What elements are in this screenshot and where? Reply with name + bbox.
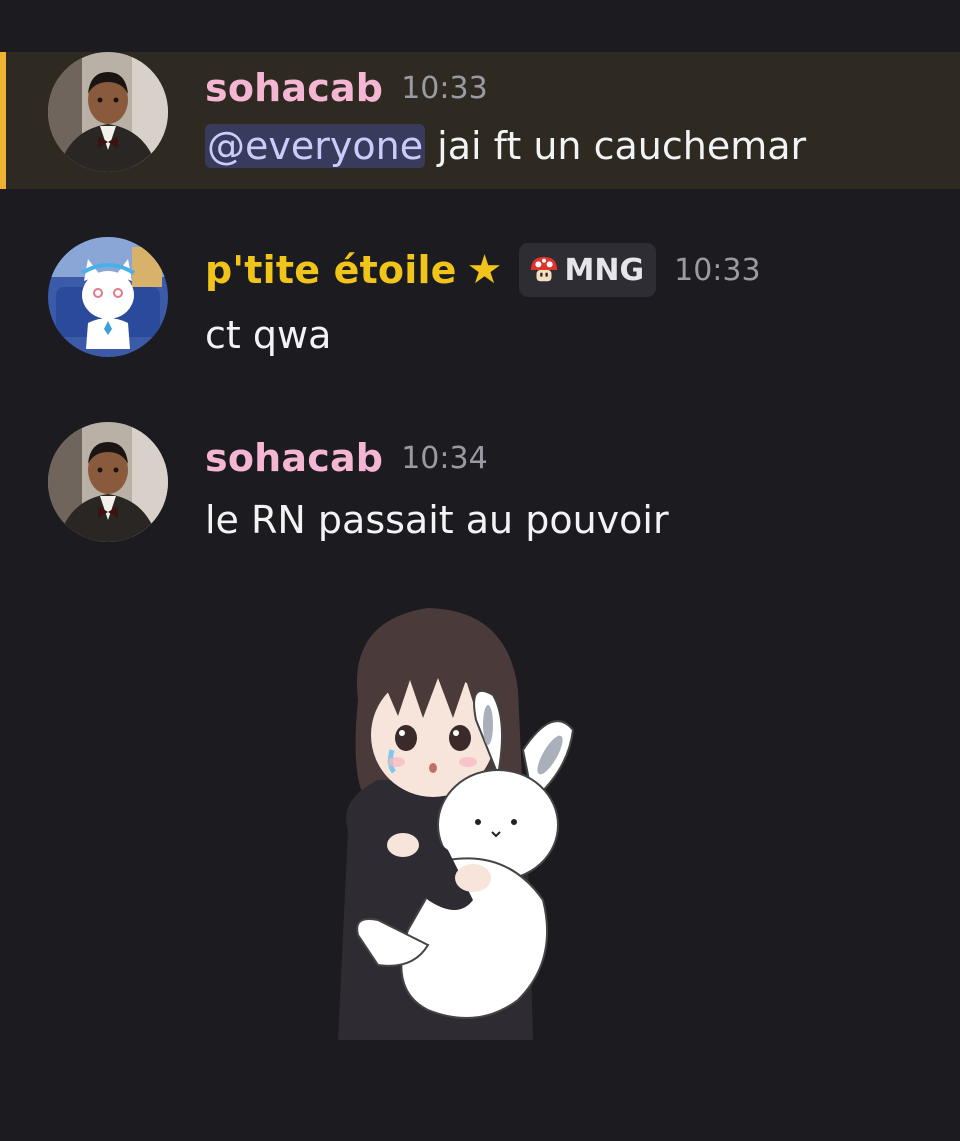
avatar[interactable] bbox=[48, 237, 168, 357]
message-text: ct qwa bbox=[205, 313, 332, 357]
message-text: jai ft un cauchemar bbox=[425, 124, 807, 168]
crying-girl-hugging-bunny-sticker[interactable] bbox=[318, 600, 588, 1050]
username[interactable]: sohacab bbox=[205, 66, 383, 110]
message-content: @everyone jai ft un cauchemar bbox=[205, 124, 806, 168]
white-cat-avatar bbox=[48, 237, 168, 357]
timestamp: 10:33 bbox=[401, 70, 488, 106]
everyone-mention[interactable]: @everyone bbox=[205, 124, 426, 168]
role-label: MNG bbox=[564, 252, 645, 288]
boy-in-suit-avatar bbox=[48, 52, 168, 172]
username[interactable]: p'tite étoile bbox=[205, 248, 457, 292]
boy-in-suit-avatar bbox=[48, 422, 168, 542]
timestamp: 10:33 bbox=[674, 252, 761, 288]
avatar[interactable] bbox=[48, 422, 168, 542]
username[interactable]: sohacab bbox=[205, 436, 383, 480]
timestamp: 10:34 bbox=[401, 440, 488, 476]
sticker-image bbox=[338, 608, 575, 1040]
message-1[interactable]: sohacab 10:33 @everyone jai ft un cauche… bbox=[0, 52, 960, 189]
mushroom-icon bbox=[530, 256, 557, 282]
star-icon: ★ bbox=[466, 247, 503, 293]
message-2[interactable]: p'tite étoile ★ MNG 10:33 ct qwa bbox=[0, 237, 960, 357]
role-tag[interactable]: MNG bbox=[518, 243, 657, 297]
message-text: le RN passait au pouvoir bbox=[205, 498, 669, 542]
avatar[interactable] bbox=[48, 52, 168, 172]
